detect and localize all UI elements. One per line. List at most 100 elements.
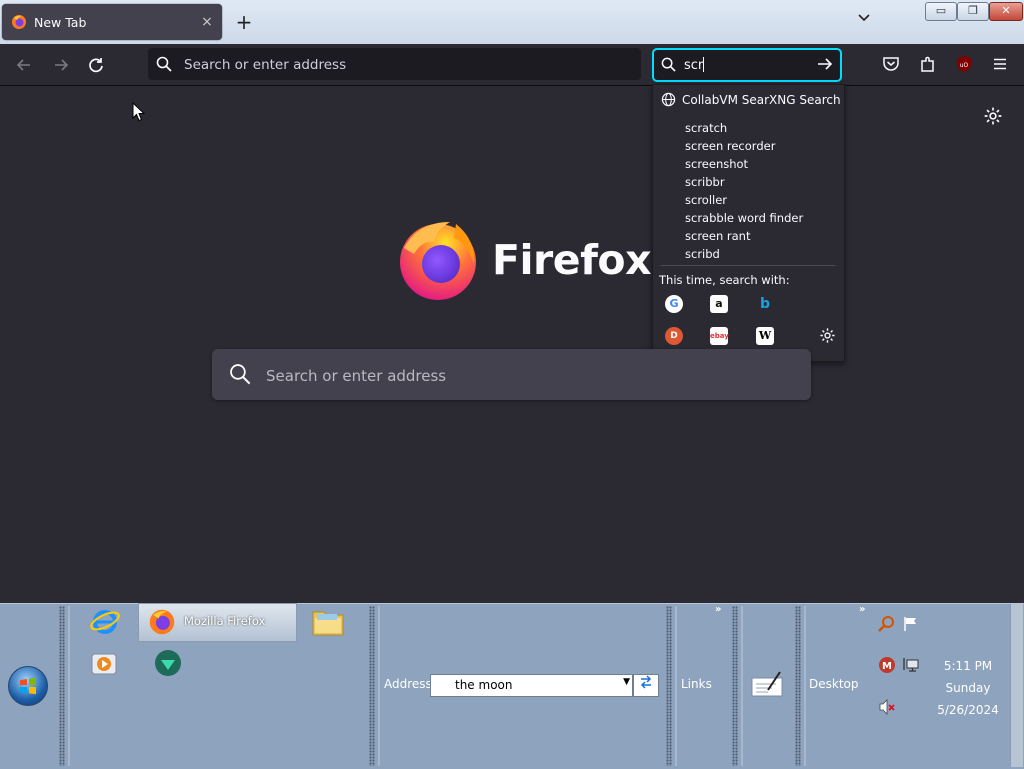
bing-icon[interactable]: b [756,295,774,313]
arrow-right-icon [55,59,69,71]
dropdown-arrow-icon[interactable]: ▼ [623,677,630,687]
network-monitor-icon [903,658,919,672]
system-clock[interactable]: 5:11 PM Sunday 5/26/2024 [931,655,1005,721]
toolbar-grip[interactable] [795,606,801,766]
suggestion-item[interactable]: scrabble word finder [685,209,803,227]
notepad-pen-icon [751,671,783,697]
links-chevron[interactable]: » [715,604,721,615]
suggestion-item[interactable]: screen rant [685,227,803,245]
arrow-right-icon[interactable] [816,55,834,73]
search-settings-button[interactable] [818,327,836,345]
puzzle-icon [921,56,934,72]
ublock-origin-icon: uO [957,56,971,72]
hamburger-menu-icon [994,58,1006,70]
mouse-pointer-icon [132,102,146,122]
search-icon [156,56,172,72]
magnifier-icon [878,616,894,632]
divider [661,265,835,266]
list-all-tabs-button[interactable] [854,10,874,32]
suggestion-item[interactable]: scroller [685,191,803,209]
search-engine-header[interactable]: CollabVM SearXNG Search [661,92,841,107]
desktop-toolbar-label[interactable]: Desktop [809,677,859,691]
reload-icon [89,58,103,73]
folder-icon [312,611,344,636]
toolbar-grip[interactable] [732,606,738,766]
maximize-button[interactable]: ❐ [957,2,989,21]
url-bar[interactable] [148,48,641,82]
network-icon[interactable] [902,656,920,678]
reload-button[interactable] [85,54,107,76]
suggestion-item[interactable]: screenshot [685,155,803,173]
pocket-icon [883,57,899,71]
app-menu-button[interactable] [991,55,1009,77]
newtab-search-box[interactable] [212,349,811,402]
windows-logo-icon [20,677,36,695]
links-toolbar-label[interactable]: Links [681,677,712,691]
newtab-search-input[interactable] [264,349,788,402]
divider [741,606,743,766]
extensions-button[interactable] [919,55,937,77]
taskbar-scrollbar[interactable] [1010,604,1023,767]
divider [378,606,380,766]
address-value: the moon [455,678,513,692]
taskbar-button-label: Mozilla Firefox [184,614,266,628]
taskbar-button-firefox[interactable]: Mozilla Firefox [138,603,297,642]
explorer-launcher[interactable] [311,606,345,642]
volume-icon[interactable] [878,698,896,720]
tab-new-tab[interactable]: New Tab × [2,4,222,40]
shield-m-icon: M [879,657,895,673]
suggestion-item[interactable]: screen recorder [685,137,803,155]
tab-close-button[interactable]: × [197,14,217,30]
minimize-button[interactable]: ▭ [925,2,957,21]
suggestion-item[interactable]: scribbr [685,173,803,191]
clock-day: Sunday [945,681,991,695]
duckduckgo-icon[interactable]: D [665,327,683,345]
speaker-muted-icon [879,699,895,715]
amazon-icon[interactable]: a [710,295,728,313]
toolbar-grip[interactable] [59,606,65,766]
new-tab-button[interactable]: + [234,11,254,33]
close-window-button[interactable]: ✕ [989,2,1023,21]
svg-text:M: M [882,661,892,672]
toolbar-grip[interactable] [666,606,672,766]
suggestion-item[interactable]: scratch [685,119,803,137]
forward-button[interactable] [50,54,72,76]
firefox-icon [149,609,175,635]
back-button[interactable] [13,54,35,76]
url-input[interactable] [182,48,626,82]
tray-antivirus-icon[interactable]: M [878,656,896,678]
internet-explorer-icon [90,610,120,634]
internet-explorer-launcher[interactable] [89,605,121,641]
svg-text:uO: uO [960,62,969,69]
ublock-button[interactable]: uO [955,55,973,77]
ebay-icon[interactable]: ebay [710,327,729,345]
tray-search-icon[interactable] [878,615,896,637]
media-player-launcher[interactable] [91,652,117,680]
tab-title: New Tab [34,14,87,30]
chevron-down-icon [858,14,870,22]
search-bar[interactable]: scr [652,48,842,82]
wikipedia-icon[interactable]: W [756,327,774,345]
action-center-icon[interactable] [902,615,920,637]
clock-time: 5:11 PM [943,659,993,673]
clock-date: 5/26/2024 [937,703,999,717]
address-go-button[interactable] [633,674,659,697]
gear-icon [819,328,835,343]
gear-icon [984,107,1002,125]
search-icon [230,364,251,385]
divider [68,606,70,766]
search-icon [661,57,676,72]
app-launcher[interactable] [151,648,185,682]
pocket-button[interactable] [882,55,900,77]
desktop-shortcut[interactable] [750,668,784,704]
desktop-chevron[interactable]: » [859,604,865,615]
media-player-icon [91,653,117,675]
newtab-settings-button[interactable] [983,106,1003,130]
toolbar-grip[interactable] [369,606,375,766]
start-button[interactable] [8,666,48,706]
search-with-label: This time, search with: [659,273,790,287]
address-combobox[interactable]: the moon ▼ [430,674,633,697]
google-icon[interactable]: G [665,295,683,313]
suggestion-item[interactable]: scribd [685,245,803,263]
search-input[interactable]: scr [684,57,705,73]
